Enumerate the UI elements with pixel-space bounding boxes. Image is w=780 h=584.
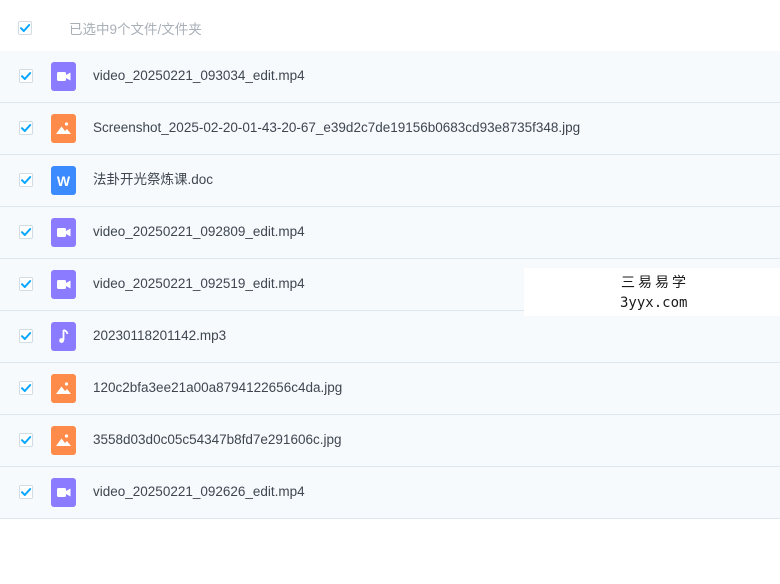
file-name: 20230118201142.mp3 — [93, 328, 227, 343]
file-checkbox[interactable] — [19, 277, 33, 291]
checkmark-icon — [21, 488, 32, 496]
checkmark-icon — [20, 24, 31, 32]
watermark-url: 3yyx.com — [620, 295, 688, 311]
file-row[interactable]: 3558d03d0c05c54347b8fd7e291606c.jpg — [0, 415, 780, 467]
file-name: 120c2bfa3ee21a00a8794122656c4da.jpg — [93, 380, 343, 395]
file-checkbox[interactable] — [19, 485, 33, 499]
file-row[interactable]: Screenshot_2025-02-20-01-43-20-67_e39d2c… — [0, 103, 780, 155]
file-selection-panel: 已选中9个文件/文件夹 video_20250221_093034_edit.m… — [0, 0, 780, 584]
watermark: 三易易学 3yyx.com — [524, 268, 780, 316]
file-row[interactable]: 120c2bfa3ee21a00a8794122656c4da.jpg — [0, 363, 780, 415]
checkmark-icon — [21, 228, 32, 236]
word-doc-icon: W — [51, 166, 76, 195]
file-row[interactable]: 20230118201142.mp3 — [0, 311, 780, 363]
file-checkbox[interactable] — [19, 69, 33, 83]
checkmark-icon — [21, 436, 32, 444]
image-file-icon — [51, 114, 76, 143]
select-all-checkbox[interactable] — [18, 21, 32, 35]
checkmark-icon — [21, 384, 32, 392]
file-name: 法卦开光祭炼课.doc — [93, 172, 214, 187]
watermark-name: 三易易学 — [621, 275, 689, 291]
file-name: Screenshot_2025-02-20-01-43-20-67_e39d2c… — [93, 120, 581, 135]
video-file-icon — [51, 478, 76, 507]
file-row[interactable]: video_20250221_093034_edit.mp4 — [0, 51, 780, 103]
selection-header: 已选中9个文件/文件夹 — [0, 0, 780, 52]
file-name: video_20250221_093034_edit.mp4 — [93, 68, 305, 83]
file-name: video_20250221_092626_edit.mp4 — [93, 484, 305, 499]
file-name: 3558d03d0c05c54347b8fd7e291606c.jpg — [93, 432, 342, 447]
file-checkbox[interactable] — [19, 173, 33, 187]
checkmark-icon — [21, 332, 32, 340]
audio-file-icon — [51, 322, 76, 351]
file-checkbox[interactable] — [19, 329, 33, 343]
video-file-icon — [51, 218, 76, 247]
file-checkbox[interactable] — [19, 433, 33, 447]
image-file-icon — [51, 426, 76, 455]
file-checkbox[interactable] — [19, 121, 33, 135]
file-name: video_20250221_092519_edit.mp4 — [93, 276, 305, 291]
image-file-icon — [51, 374, 76, 403]
checkmark-icon — [21, 280, 32, 288]
file-row[interactable]: video_20250221_092626_edit.mp4 — [0, 467, 780, 519]
file-name: video_20250221_092809_edit.mp4 — [93, 224, 305, 239]
selection-count-label: 已选中9个文件/文件夹 — [69, 22, 202, 37]
checkmark-icon — [21, 124, 32, 132]
checkmark-icon — [21, 72, 32, 80]
video-file-icon — [51, 270, 76, 299]
svg-text:W: W — [57, 173, 71, 189]
file-row[interactable]: video_20250221_092809_edit.mp4 — [0, 207, 780, 259]
file-checkbox[interactable] — [19, 381, 33, 395]
file-checkbox[interactable] — [19, 225, 33, 239]
checkmark-icon — [21, 176, 32, 184]
file-row[interactable]: W 法卦开光祭炼课.doc — [0, 155, 780, 207]
video-file-icon — [51, 62, 76, 91]
